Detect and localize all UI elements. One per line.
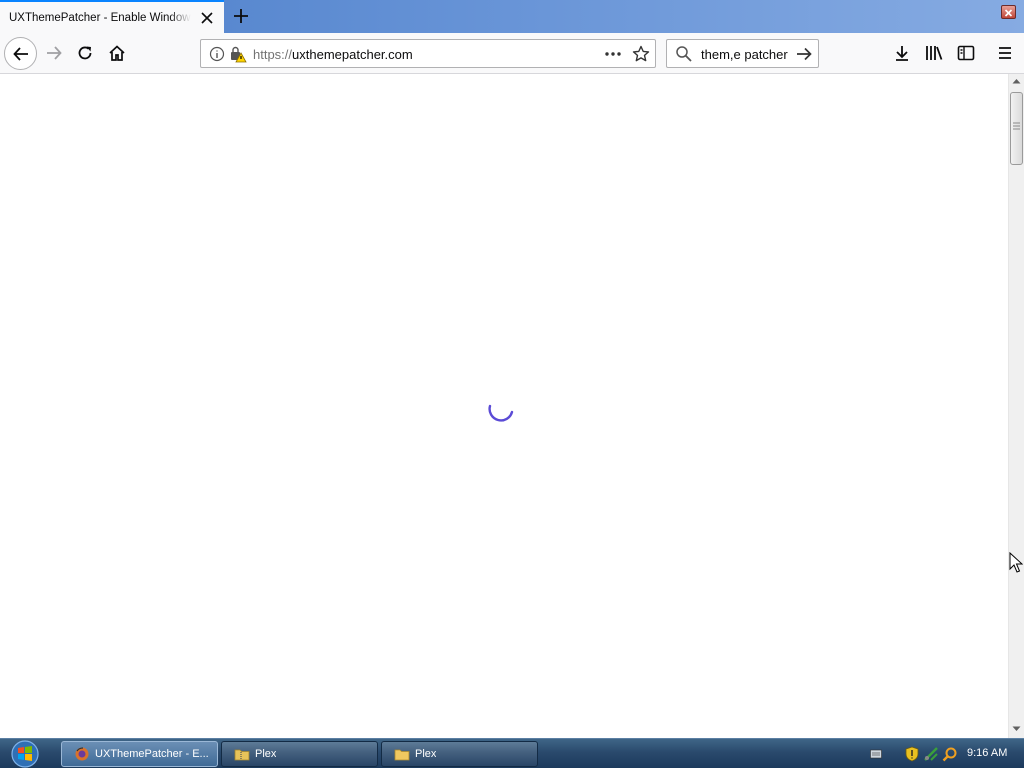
download-icon — [896, 46, 908, 61]
sidebar-button[interactable] — [951, 38, 981, 68]
url-text[interactable]: https://uxthemepatcher.com — [253, 47, 413, 62]
tab-uxthemepatcher[interactable]: UXThemePatcher - Enable Windows Themes — [0, 0, 224, 33]
forward-arrow-icon — [47, 46, 62, 60]
home-button[interactable] — [102, 38, 132, 68]
search-go-icon[interactable] — [795, 45, 813, 68]
reload-icon — [78, 46, 92, 60]
mouse-cursor-icon — [1009, 552, 1023, 573]
loading-spinner-icon — [488, 404, 514, 422]
url-scheme: https:// — [253, 47, 293, 62]
home-icon — [109, 45, 125, 61]
folder-icon — [394, 749, 410, 761]
sidebar-icon — [957, 45, 975, 61]
bookmark-star-icon[interactable] — [632, 45, 650, 68]
search-tray-icon[interactable] — [942, 746, 958, 762]
zip-folder-icon — [234, 749, 250, 761]
taskbar-item-firefox[interactable]: UXThemePatcher - E... — [61, 741, 218, 767]
security-shield-icon[interactable] — [905, 746, 919, 762]
tab-title: UXThemePatcher - Enable Windows Themes — [9, 11, 191, 24]
library-icon — [926, 46, 943, 60]
url-host: uxthemepatcher.com — [292, 47, 413, 62]
vertical-scrollbar[interactable] — [1008, 74, 1024, 738]
scrollbar-thumb[interactable] — [1010, 92, 1023, 165]
page-content — [0, 74, 1008, 738]
keyboard-icon[interactable] — [870, 749, 882, 759]
search-input[interactable]: them,e patcher — [701, 47, 788, 62]
lock-warning-icon[interactable] — [229, 45, 247, 68]
menu-button[interactable] — [990, 38, 1020, 68]
taskbar-item-plex-folder[interactable]: Plex — [381, 741, 538, 767]
search-bar[interactable]: them,e patcher — [666, 39, 819, 68]
tab-strip: UXThemePatcher - Enable Windows Themes — [0, 0, 1024, 33]
hamburger-menu-icon — [999, 47, 1011, 59]
system-tray: 9:16 AM — [862, 739, 1024, 768]
new-tab-icon[interactable] — [231, 6, 251, 26]
tab-close-icon[interactable] — [198, 9, 216, 27]
forward-button[interactable] — [39, 38, 69, 68]
network-icon[interactable] — [923, 746, 939, 762]
clock[interactable]: 9:16 AM — [967, 747, 1007, 759]
scroll-up-icon[interactable] — [1012, 78, 1021, 84]
back-button[interactable] — [4, 37, 37, 70]
task-label: UXThemePatcher - E... — [95, 748, 209, 760]
url-bar[interactable]: https://uxthemepatcher.com — [200, 39, 656, 68]
firefox-icon — [75, 747, 89, 761]
back-arrow-icon — [12, 46, 28, 61]
start-button[interactable] — [8, 739, 44, 768]
desktop-screen: UXThemePatcher - Enable Windows Themes — [0, 0, 1024, 768]
taskbar-item-plex-zip[interactable]: Plex — [221, 741, 378, 767]
navigation-toolbar: https://uxthemepatcher.com them,e patche… — [0, 33, 1024, 74]
scroll-down-icon[interactable] — [1012, 726, 1021, 732]
taskbar: UXThemePatcher - E... Plex Plex 9:16 AM — [0, 738, 1024, 768]
downloads-button[interactable] — [887, 38, 917, 68]
task-label: Plex — [255, 748, 277, 760]
info-icon[interactable] — [209, 46, 225, 67]
page-actions-icon[interactable] — [603, 46, 623, 67]
window-close-icon[interactable] — [1001, 5, 1016, 19]
task-label: Plex — [415, 748, 437, 760]
library-button[interactable] — [919, 38, 949, 68]
reload-button[interactable] — [70, 38, 100, 68]
search-icon — [675, 45, 693, 68]
